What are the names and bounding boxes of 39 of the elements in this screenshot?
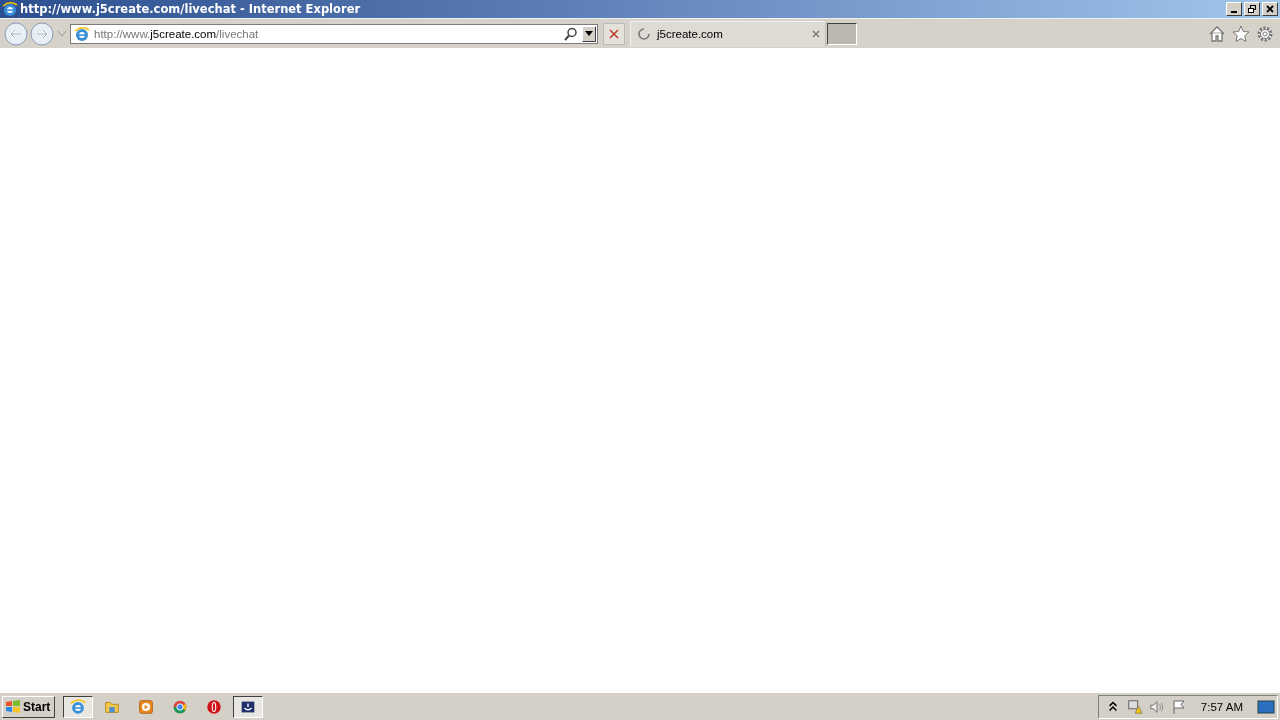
stop-icon [609,28,619,39]
restore-button[interactable] [1244,2,1260,16]
windows-logo-icon [5,698,21,715]
address-field[interactable]: http://www.j5create.com/livechat [70,23,598,44]
show-desktop-icon[interactable] [1257,698,1275,715]
settings-icon[interactable] [1256,24,1274,43]
minimize-icon [1231,11,1237,13]
tab-title: j5create.com [657,27,724,40]
new-tab-button[interactable] [827,22,857,45]
stop-button[interactable] [603,22,625,45]
speaker-icon[interactable] [1148,698,1165,715]
caret-icon [585,31,593,36]
restore-icon [1247,4,1257,14]
browser-tab[interactable]: j5create.com [630,20,826,47]
minimize-button[interactable] [1226,2,1242,16]
flag-icon[interactable] [1170,698,1187,715]
back-button[interactable] [3,20,29,47]
url-text: http://www.j5create.com/livechat [94,27,260,40]
caret-icon [58,30,66,37]
opera-icon [205,697,224,716]
close-button[interactable] [1262,2,1278,16]
media-player-icon [137,697,156,716]
close-icon [1265,4,1275,14]
address-dropdown[interactable] [582,25,596,42]
favorites-star-icon[interactable] [1232,24,1250,43]
loading-spinner-icon [637,26,651,41]
network-warning-icon[interactable] [1126,698,1143,715]
page-icon [74,25,90,42]
taskbar-button[interactable] [233,695,264,718]
forward-button[interactable] [29,20,55,47]
search-icon[interactable] [564,26,578,41]
taskbar-button[interactable] [63,695,94,718]
browser-logo-icon [2,1,18,17]
browser-icon [69,697,88,716]
close-tab-icon[interactable] [811,28,821,39]
start-button[interactable]: Start [2,695,56,718]
home-icon[interactable] [1208,24,1226,43]
clock[interactable]: 7:57 AM [1200,700,1243,713]
window-title: http://www.j5create.com/livechat - Internet Explorer [20,2,361,16]
